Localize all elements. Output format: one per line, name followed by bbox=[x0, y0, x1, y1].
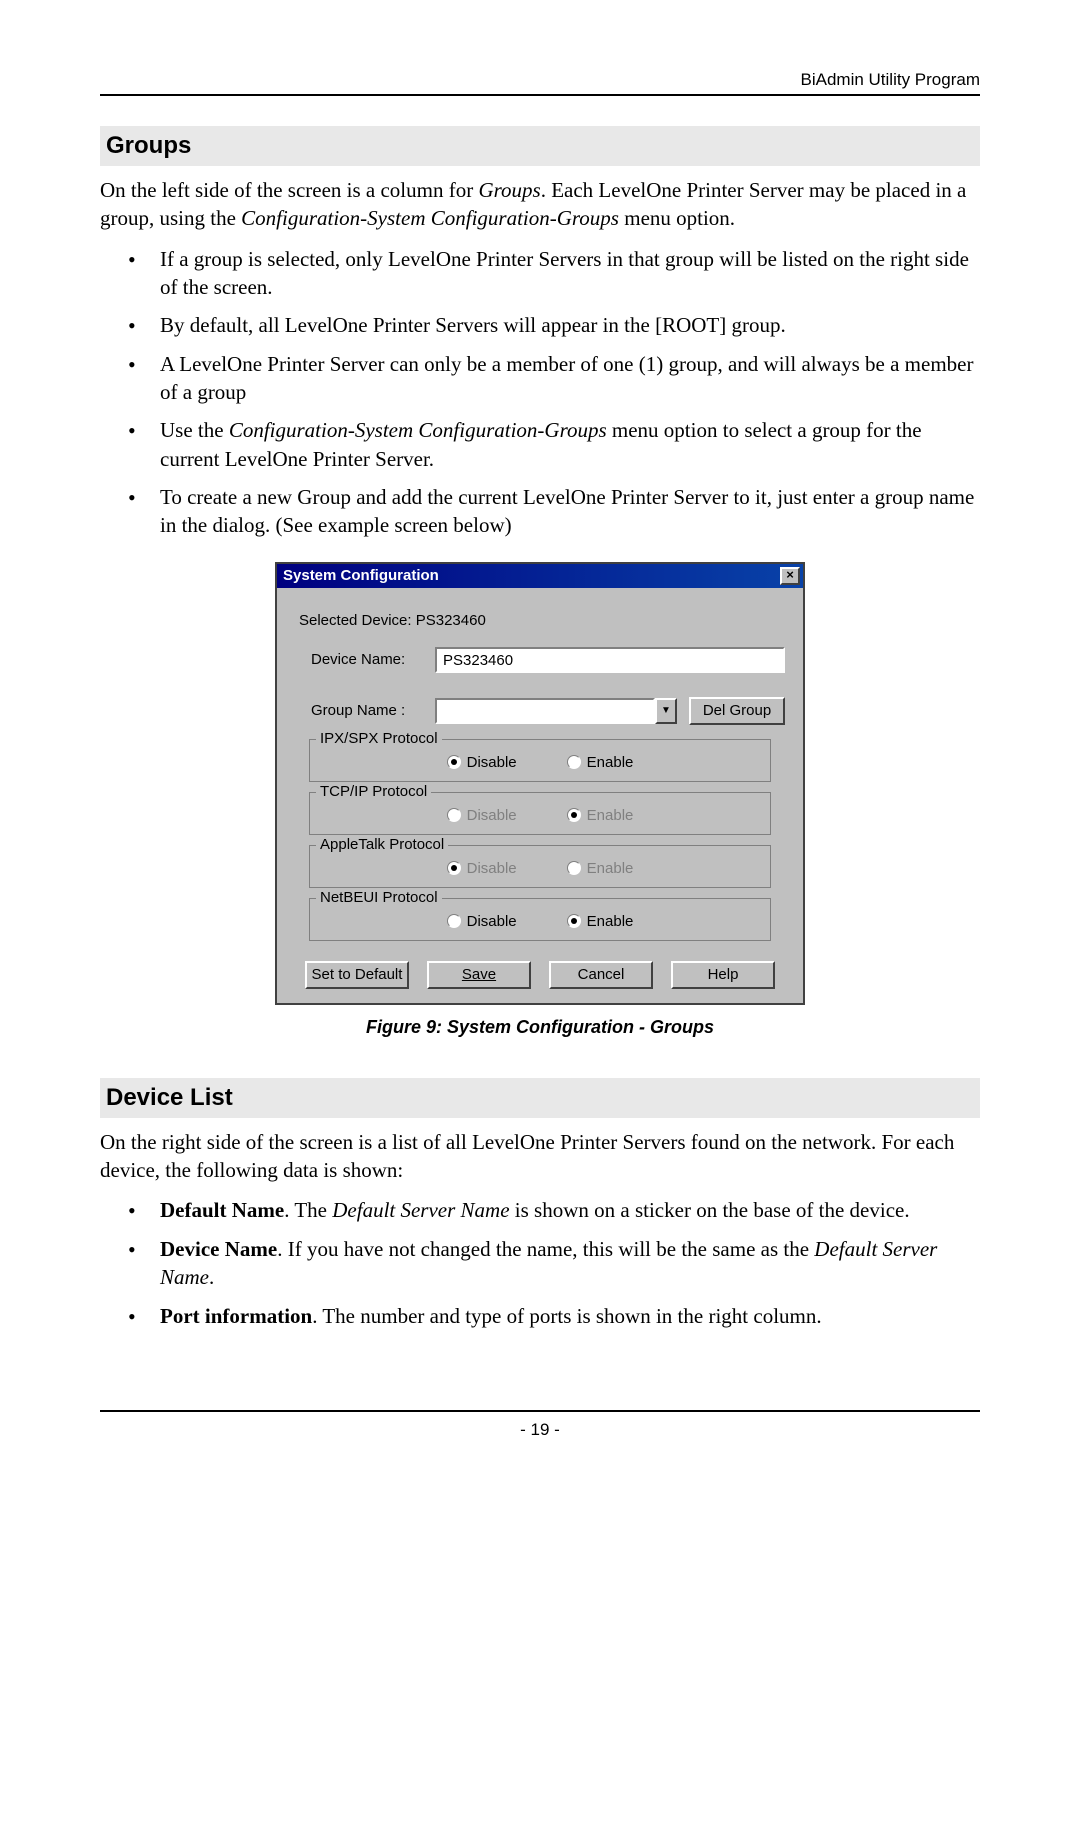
selected-device-label: Selected Device: PS323460 bbox=[295, 612, 785, 629]
radio-icon bbox=[447, 755, 461, 769]
groups-bullet-list: If a group is selected, only LevelOne Pr… bbox=[100, 245, 980, 540]
radio-icon bbox=[447, 861, 461, 875]
device-name-label: Device Name: bbox=[295, 651, 435, 668]
group-name-input[interactable] bbox=[435, 698, 655, 724]
list-item: Default Name. The Default Server Name is… bbox=[150, 1196, 980, 1224]
text-italic: Groups bbox=[478, 178, 540, 202]
group-name-row: Group Name : ▼ Del Group bbox=[295, 697, 785, 725]
del-group-button[interactable]: Del Group bbox=[689, 697, 785, 725]
system-configuration-dialog: System Configuration × Selected Device: … bbox=[275, 562, 805, 1005]
footer-rule bbox=[100, 1410, 980, 1412]
radio-icon bbox=[447, 808, 461, 822]
save-button-label: Save bbox=[462, 966, 496, 983]
selected-device-value: PS323460 bbox=[416, 612, 486, 629]
text: Use the bbox=[160, 418, 229, 442]
list-item: To create a new Group and add the curren… bbox=[150, 483, 980, 540]
text-italic: Configuration-System Configuration-Group… bbox=[241, 206, 619, 230]
list-item: Device Name. If you have not changed the… bbox=[150, 1235, 980, 1292]
chevron-down-icon: ▼ bbox=[661, 705, 671, 716]
appletalk-enable-radio: Enable bbox=[567, 860, 634, 877]
radio-label: Enable bbox=[587, 754, 634, 771]
help-button[interactable]: Help bbox=[671, 961, 775, 989]
save-button[interactable]: Save bbox=[427, 961, 531, 989]
dialog-titlebar: System Configuration × bbox=[277, 564, 803, 588]
radio-label: Disable bbox=[467, 860, 517, 877]
text-bold: Device Name bbox=[160, 1237, 277, 1261]
tcpip-disable-radio: Disable bbox=[447, 807, 517, 824]
section-heading-groups: Groups bbox=[100, 126, 980, 166]
radio-label: Enable bbox=[587, 860, 634, 877]
radio-label: Enable bbox=[587, 807, 634, 824]
list-item: If a group is selected, only LevelOne Pr… bbox=[150, 245, 980, 302]
radio-icon bbox=[567, 914, 581, 928]
text-italic: Configuration-System Configuration-Group… bbox=[229, 418, 607, 442]
appletalk-groupbox: AppleTalk Protocol Disable Enable bbox=[309, 845, 771, 888]
radio-icon bbox=[567, 861, 581, 875]
netbeui-groupbox: NetBEUI Protocol Disable Enable bbox=[309, 898, 771, 941]
set-to-default-button[interactable]: Set to Default bbox=[305, 961, 409, 989]
header-program-name: BiAdmin Utility Program bbox=[100, 70, 980, 90]
close-icon: × bbox=[786, 567, 794, 582]
device-list-intro: On the right side of the screen is a lis… bbox=[100, 1128, 980, 1185]
text: Selected Device: bbox=[299, 612, 416, 629]
ipx-disable-radio[interactable]: Disable bbox=[447, 754, 517, 771]
text: . The number and type of ports is shown … bbox=[312, 1304, 821, 1328]
dropdown-button[interactable]: ▼ bbox=[655, 698, 677, 724]
list-item: By default, all LevelOne Printer Servers… bbox=[150, 311, 980, 339]
ipx-spx-groupbox: IPX/SPX Protocol Disable Enable bbox=[309, 739, 771, 782]
text: is shown on a sticker on the base of the… bbox=[510, 1198, 910, 1222]
groupbox-legend: NetBEUI Protocol bbox=[316, 889, 442, 906]
text-bold: Default Name bbox=[160, 1198, 284, 1222]
radio-label: Enable bbox=[587, 913, 634, 930]
list-item: Use the Configuration-System Configurati… bbox=[150, 416, 980, 473]
close-button[interactable]: × bbox=[780, 567, 800, 585]
device-name-input[interactable]: PS323460 bbox=[435, 647, 785, 673]
netbeui-enable-radio[interactable]: Enable bbox=[567, 913, 634, 930]
appletalk-disable-radio: Disable bbox=[447, 860, 517, 877]
header-rule bbox=[100, 94, 980, 96]
dialog-title: System Configuration bbox=[283, 567, 439, 584]
dialog-wrapper: System Configuration × Selected Device: … bbox=[100, 562, 980, 1005]
tcpip-groupbox: TCP/IP Protocol Disable Enable bbox=[309, 792, 771, 835]
device-list-bullets: Default Name. The Default Server Name is… bbox=[100, 1196, 980, 1329]
tcpip-enable-radio: Enable bbox=[567, 807, 634, 824]
text: menu option. bbox=[619, 206, 735, 230]
groupbox-legend: AppleTalk Protocol bbox=[316, 836, 448, 853]
ipx-enable-radio[interactable]: Enable bbox=[567, 754, 634, 771]
dialog-body: Selected Device: PS323460 Device Name: P… bbox=[277, 588, 803, 1003]
page-number: - 19 - bbox=[100, 1420, 980, 1440]
figure-caption: Figure 9: System Configuration - Groups bbox=[100, 1017, 980, 1038]
cancel-button[interactable]: Cancel bbox=[549, 961, 653, 989]
groupbox-legend: IPX/SPX Protocol bbox=[316, 730, 442, 747]
text: . If you have not changed the name, this… bbox=[277, 1237, 814, 1261]
netbeui-disable-radio[interactable]: Disable bbox=[447, 913, 517, 930]
radio-label: Disable bbox=[467, 754, 517, 771]
radio-icon bbox=[567, 808, 581, 822]
list-item: Port information. The number and type of… bbox=[150, 1302, 980, 1330]
radio-icon bbox=[567, 755, 581, 769]
radio-label: Disable bbox=[467, 807, 517, 824]
group-name-label: Group Name : bbox=[295, 702, 435, 719]
radio-icon bbox=[447, 914, 461, 928]
text: . The bbox=[284, 1198, 332, 1222]
text-bold: Port information bbox=[160, 1304, 312, 1328]
text-italic: Default Server Name bbox=[332, 1198, 509, 1222]
radio-label: Disable bbox=[467, 913, 517, 930]
groupbox-legend: TCP/IP Protocol bbox=[316, 783, 431, 800]
text: . bbox=[209, 1265, 214, 1289]
text: On the left side of the screen is a colu… bbox=[100, 178, 478, 202]
list-item: A LevelOne Printer Server can only be a … bbox=[150, 350, 980, 407]
device-name-row: Device Name: PS323460 bbox=[295, 647, 785, 673]
section-heading-device-list: Device List bbox=[100, 1078, 980, 1118]
group-name-combo[interactable]: ▼ bbox=[435, 698, 677, 724]
groups-intro-paragraph: On the left side of the screen is a colu… bbox=[100, 176, 980, 233]
dialog-button-row: Set to Default Save Cancel Help bbox=[295, 961, 785, 989]
